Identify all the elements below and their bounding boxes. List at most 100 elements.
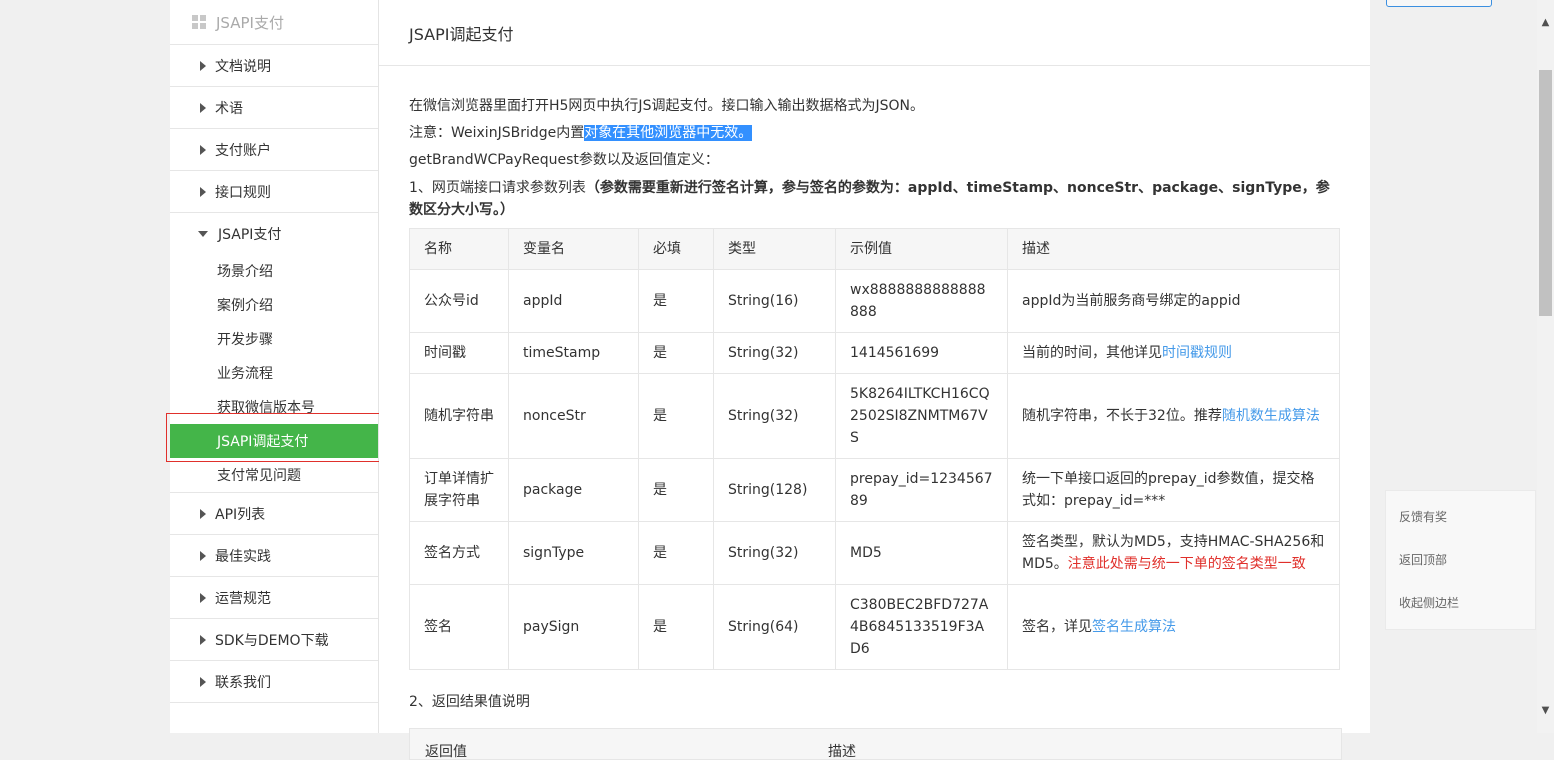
- table-header: 返回值: [425, 744, 467, 760]
- random-algorithm-link[interactable]: 随机数生成算法: [1222, 408, 1320, 424]
- sidebar-header: JSAPI支付: [170, 0, 378, 45]
- cell-type: String(128): [713, 458, 836, 522]
- caret-right-icon: [200, 60, 206, 71]
- cell-var: paySign: [508, 584, 639, 670]
- doc-body: 在微信浏览器里面打开H5网页中执行JS调起支付。接口输入输出数据格式为JSON。…: [379, 66, 1370, 760]
- caret-right-icon: [200, 508, 206, 519]
- sidebar-item-best-practice[interactable]: 最佳实践: [170, 535, 378, 577]
- cell-required: 是: [638, 373, 714, 459]
- scrollbar-thumb[interactable]: [1539, 70, 1552, 316]
- sidebar-item-label: 文档说明: [215, 58, 271, 75]
- section1-prefix: 1、网页端接口请求参数列表: [409, 180, 586, 196]
- caret-right-icon: [200, 592, 206, 603]
- table-header: 描述: [1007, 228, 1340, 270]
- sidebar-subitem-cases[interactable]: 案例介绍: [170, 288, 378, 322]
- table-header: 名称: [409, 228, 509, 270]
- caret-right-icon: [200, 550, 206, 561]
- sidebar-item-label: 接口规则: [215, 184, 271, 201]
- sidebar-item-label: 运营规范: [215, 590, 271, 607]
- caret-right-icon: [200, 102, 206, 113]
- sidebar-subitem-flow[interactable]: 业务流程: [170, 356, 378, 390]
- cell-var: signType: [508, 521, 639, 585]
- cell-required: 是: [638, 332, 714, 374]
- cell-example: prepay_id=123456789: [835, 458, 1008, 522]
- cell-name: 签名方式: [409, 521, 509, 585]
- table-header: 必填: [638, 228, 714, 270]
- selected-text: 对象在其他浏览器中无效。: [584, 125, 753, 141]
- cell-type: String(64): [713, 584, 836, 670]
- table-row: 公众号id appId 是 String(16) wx8888888888888…: [409, 269, 1340, 333]
- feedback-button[interactable]: 反馈有奖: [1386, 495, 1535, 538]
- cell-required: 是: [638, 584, 714, 670]
- sidebar-item-label: JSAPI支付: [218, 226, 282, 243]
- cell-var: package: [508, 458, 639, 522]
- sidebar-item-contact[interactable]: 联系我们: [170, 661, 378, 703]
- table-header: 类型: [713, 228, 836, 270]
- cell-desc: 当前的时间，其他详见时间戳规则: [1007, 332, 1340, 374]
- cell-required: 是: [638, 269, 714, 333]
- warning-text: 注意此处需与统一下单的签名类型一致: [1067, 556, 1306, 572]
- sign-algorithm-link[interactable]: 签名生成算法: [1092, 619, 1176, 635]
- sidebar-subitem-version[interactable]: 获取微信版本号: [170, 390, 378, 424]
- note-text: 注意：WeixinJSBridge内置对象在其他浏览器中无效。: [409, 120, 1340, 147]
- cell-required: 是: [638, 458, 714, 522]
- sidebar-item-label: 联系我们: [215, 674, 271, 691]
- floating-toolbar: 反馈有奖 返回顶部 收起侧边栏: [1385, 490, 1536, 630]
- sidebar-item-docs[interactable]: 文档说明: [170, 45, 378, 87]
- note-prefix: 注意：WeixinJSBridge内置: [409, 125, 585, 141]
- back-to-top-button[interactable]: 返回顶部: [1386, 538, 1535, 581]
- caret-down-icon: [198, 230, 208, 237]
- sidebar-subitem-jsapi-pay[interactable]: JSAPI调起支付: [170, 424, 378, 458]
- caret-right-icon: [200, 676, 206, 687]
- cell-name: 时间戳: [409, 332, 509, 374]
- grid-icon: [192, 15, 206, 29]
- timestamp-rule-link[interactable]: 时间戳规则: [1162, 345, 1232, 361]
- sidebar-item-sdk[interactable]: SDK与DEMO下载: [170, 619, 378, 661]
- cell-example: wx8888888888888888: [835, 269, 1008, 333]
- table-header: 描述: [828, 744, 856, 760]
- caret-right-icon: [200, 634, 206, 645]
- top-right-button[interactable]: [1386, 0, 1492, 7]
- desc-text: appId为当前服务商号绑定的appid: [1022, 293, 1241, 309]
- scroll-up-icon[interactable]: ▲: [1541, 18, 1550, 28]
- intro-text: 在微信浏览器里面打开H5网页中执行JS调起支付。接口输入输出数据格式为JSON。: [409, 98, 924, 114]
- cell-name: 随机字符串: [409, 373, 509, 459]
- table-header-row: 名称 变量名 必填 类型 示例值 描述: [409, 228, 1340, 270]
- cell-desc: 随机字符串，不长于32位。推荐随机数生成算法: [1007, 373, 1340, 459]
- sidebar-item-label: 最佳实践: [215, 548, 271, 565]
- cell-name: 签名: [409, 584, 509, 670]
- collapse-sidebar-button[interactable]: 收起侧边栏: [1386, 581, 1535, 624]
- cell-var: nonceStr: [508, 373, 639, 459]
- caret-right-icon: [200, 186, 206, 197]
- sidebar-subitem-dev-steps[interactable]: 开发步骤: [170, 322, 378, 356]
- page-title: JSAPI调起支付: [379, 0, 1370, 66]
- table-row: 随机字符串 nonceStr 是 String(32) 5K8264ILTKCH…: [409, 373, 1340, 459]
- cell-type: String(32): [713, 332, 836, 374]
- sidebar-subitem-faq[interactable]: 支付常见问题: [170, 458, 378, 492]
- sidebar-item-operation[interactable]: 运营规范: [170, 577, 378, 619]
- table-row: 订单详情扩展字符串 package 是 String(128) prepay_i…: [409, 458, 1340, 522]
- sidebar-item-rules[interactable]: 接口规则: [170, 171, 378, 213]
- cell-desc: appId为当前服务商号绑定的appid: [1007, 269, 1340, 333]
- cell-desc: 签名类型，默认为MD5，支持HMAC-SHA256和MD5。注意此处需与统一下单…: [1007, 521, 1340, 585]
- cell-desc: 统一下单接口返回的prepay_id参数值，提交格式如：prepay_id=**…: [1007, 458, 1340, 522]
- sidebar-item-terms[interactable]: 术语: [170, 87, 378, 129]
- sidebar-item-account[interactable]: 支付账户: [170, 129, 378, 171]
- cell-type: String(16): [713, 269, 836, 333]
- sidebar-item-label: SDK与DEMO下载: [215, 632, 329, 649]
- cell-var: timeStamp: [508, 332, 639, 374]
- sidebar: JSAPI支付 文档说明 术语 支付账户 接口规则 JSAPI支付 场景介绍 案…: [170, 0, 379, 733]
- table-row: 签名 paySign 是 String(64) C380BEC2BFD727A4…: [409, 584, 1340, 670]
- section2-heading: 2、返回结果值说明: [409, 694, 530, 710]
- sidebar-subitem-scenario[interactable]: 场景介绍: [170, 254, 378, 288]
- scroll-down-icon[interactable]: ▼: [1541, 706, 1550, 716]
- sidebar-header-title: JSAPI支付: [216, 13, 284, 32]
- sidebar-item-api-list[interactable]: API列表: [170, 493, 378, 535]
- cell-example: C380BEC2BFD727A4B6845133519F3AD6: [835, 584, 1008, 670]
- cell-var: appId: [508, 269, 639, 333]
- cell-example: MD5: [835, 521, 1008, 585]
- cell-name: 公众号id: [409, 269, 509, 333]
- caret-right-icon: [200, 144, 206, 155]
- table-row: 签名方式 signType 是 String(32) MD5 签名类型，默认为M…: [409, 521, 1340, 585]
- sidebar-item-jsapi[interactable]: JSAPI支付: [170, 213, 378, 254]
